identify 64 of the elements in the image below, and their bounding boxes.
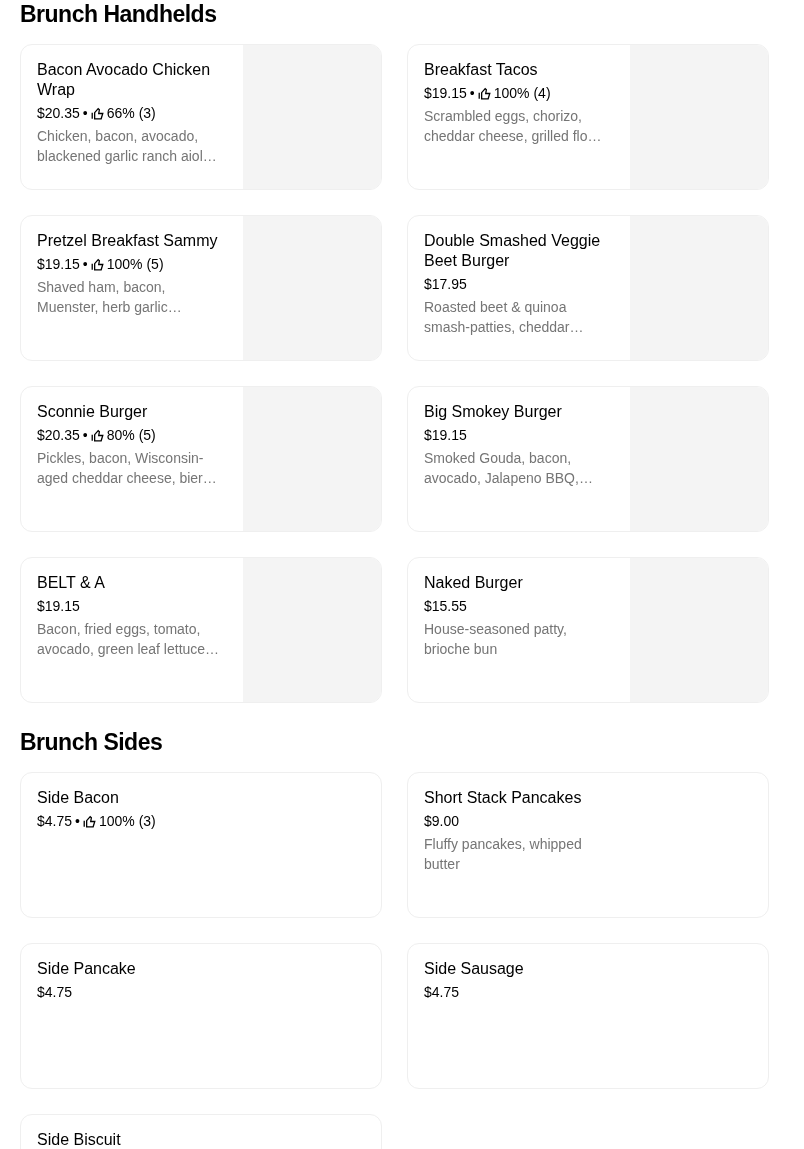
item-price: $4.75 bbox=[37, 812, 73, 830]
section-heading: Brunch Handhelds bbox=[20, 0, 218, 28]
item-price: $19.15 bbox=[424, 426, 467, 444]
thumbs-up-icon bbox=[477, 86, 491, 100]
menu-item-card[interactable]: Side Bacon $4.75 • 100% (3) bbox=[20, 772, 382, 918]
menu-item-card[interactable]: Big Smokey Burger $19.15 Smoked Gouda, bacon, avocado, Jalapeno BBQ,… bbox=[407, 386, 769, 532]
item-description: Shaved ham, bacon, Muenster, herb garlic… bbox=[37, 278, 183, 317]
item-description: Chicken, bacon, avocado, blackened garlic ranch aiol… bbox=[37, 127, 218, 166]
item-rating: 66% (3) bbox=[106, 104, 156, 122]
item-description: Roasted beet & quinoa smash-patties, cheddar… bbox=[424, 298, 585, 337]
item-name: Short Stack Pancakes bbox=[424, 788, 583, 808]
item-name: BELT & A bbox=[37, 573, 106, 593]
item-description: Smoked Gouda, bacon, avocado, Jalapeno BBQ,… bbox=[424, 449, 594, 488]
menu-item-card[interactable]: Short Stack Pancakes $9.00 Fluffy pancakes, whipped butter bbox=[407, 772, 769, 918]
item-price: $20.35 bbox=[37, 104, 80, 122]
thumbs-up-icon bbox=[90, 257, 104, 271]
separator-dot: • bbox=[82, 104, 88, 122]
menu-item-card[interactable]: Double Smashed Veggie Beet Burger $17.95 Roasted beet & quinoa smash-patties, cheddar… bbox=[407, 215, 769, 361]
item-name: Bacon Avocado Chicken Wrap bbox=[37, 60, 212, 100]
item-rating: 100% (4) bbox=[493, 84, 551, 102]
item-rating: 100% (5) bbox=[106, 255, 164, 273]
section-heading: Brunch Sides bbox=[20, 728, 164, 756]
separator-dot: • bbox=[82, 426, 88, 444]
thumbs-up-icon bbox=[90, 428, 104, 442]
item-price: $15.55 bbox=[424, 597, 467, 615]
item-name: Side Sausage bbox=[424, 959, 525, 979]
thumbs-up-icon bbox=[90, 106, 104, 120]
menu-item-card[interactable]: Side Biscuit bbox=[20, 1114, 382, 1149]
item-price: $19.15 bbox=[37, 597, 80, 615]
thumbs-up-icon bbox=[82, 814, 96, 828]
menu-item-card[interactable]: Side Sausage $4.75 bbox=[407, 943, 769, 1089]
item-name: Side Pancake bbox=[37, 959, 137, 979]
item-description: Scrambled eggs, chorizo, cheddar cheese, grilled flo… bbox=[424, 107, 603, 146]
separator-dot: • bbox=[75, 812, 80, 830]
menu-item-card[interactable]: Side Pancake $4.75 bbox=[20, 943, 382, 1089]
item-name: Naked Burger bbox=[424, 573, 524, 593]
item-name: Double Smashed Veggie Beet Burger bbox=[424, 231, 602, 271]
item-name: Pretzel Breakfast Sammy bbox=[37, 231, 219, 251]
item-price: $17.95 bbox=[424, 275, 467, 293]
menu-item-card[interactable]: Sconnie Burger $20.35 • 80% (5) Pickles, bacon, Wisconsin-aged cheddar cheese, bier… bbox=[20, 386, 382, 532]
item-description: Bacon, fried eggs, tomato, avocado, green leaf lettuce… bbox=[37, 620, 221, 659]
menu-item-card[interactable]: BELT & A $19.15 Bacon, fried eggs, tomato, avocado, green leaf lettuce… bbox=[20, 557, 382, 703]
item-price: $9.00 bbox=[424, 812, 460, 830]
item-description: Fluffy pancakes, whipped butter bbox=[424, 835, 583, 874]
menu-item-card[interactable]: Breakfast Tacos $19.15 • 100% (4) Scrambled eggs, chorizo, cheddar cheese, grilled flo… bbox=[407, 44, 769, 190]
item-price: $4.75 bbox=[37, 983, 73, 1001]
item-name: Side Biscuit bbox=[37, 1130, 122, 1149]
item-description: Pickles, bacon, Wisconsin-aged cheddar cheese, bier… bbox=[37, 449, 218, 488]
item-name: Side Bacon bbox=[37, 788, 120, 808]
separator-dot: • bbox=[82, 255, 88, 273]
item-name: Breakfast Tacos bbox=[424, 60, 539, 80]
menu-item-card[interactable]: Pretzel Breakfast Sammy $19.15 • 100% (5) Shaved ham, bacon, Muenster, herb garlic… bbox=[20, 215, 382, 361]
separator-dot: • bbox=[469, 84, 475, 102]
item-price: $4.75 bbox=[424, 983, 460, 1001]
item-price: $19.15 bbox=[424, 84, 467, 102]
menu-item-card[interactable]: Naked Burger $15.55 House-seasoned patty, brioche bun bbox=[407, 557, 769, 703]
item-name: Sconnie Burger bbox=[37, 402, 149, 422]
item-rating: 80% (5) bbox=[106, 426, 156, 444]
item-description: House-seasoned patty, brioche bun bbox=[424, 620, 568, 659]
item-name: Big Smokey Burger bbox=[424, 402, 563, 422]
item-price: $19.15 bbox=[37, 255, 80, 273]
item-price: $20.35 bbox=[37, 426, 80, 444]
menu-item-card[interactable]: Bacon Avocado Chicken Wrap $20.35 • 66% (3) Chicken, bacon, avocado, blackened garlic ranch aiol… bbox=[20, 44, 382, 190]
item-rating: 100% (3) bbox=[98, 812, 156, 830]
